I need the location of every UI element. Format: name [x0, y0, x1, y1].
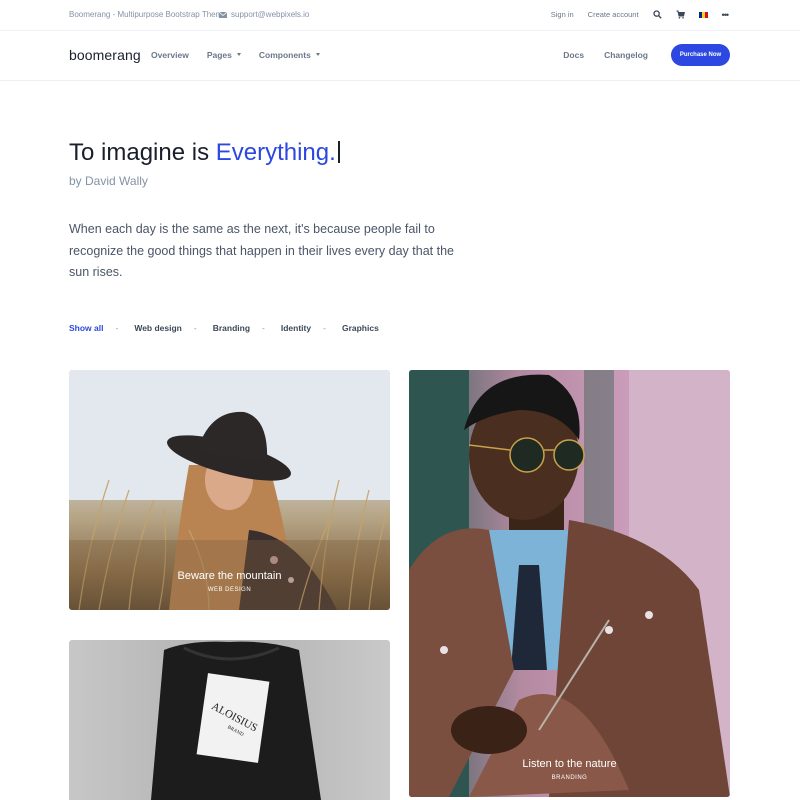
- card-title: Listen to the nature: [522, 758, 617, 770]
- nav-docs[interactable]: Docs: [563, 50, 584, 60]
- card-title: Beware the mountain: [177, 570, 282, 582]
- filter-separator: -: [262, 323, 265, 333]
- filter-identity[interactable]: Identity: [281, 323, 311, 333]
- card-category: BRANDING: [551, 775, 588, 781]
- portfolio-card-sweatshirt[interactable]: ALOISIUS BRAND: [69, 640, 390, 800]
- filter-separator: -: [193, 323, 197, 333]
- cart-icon[interactable]: [676, 10, 685, 19]
- nav-pages-dropdown[interactable]: Pages: [207, 50, 241, 60]
- theme-name: Boomerang - Multipurpose Bootstrap Theme: [69, 10, 227, 19]
- filter-web-design[interactable]: Web design: [134, 323, 182, 333]
- hero-title-accent: Everything.: [215, 139, 336, 166]
- nav-components-dropdown[interactable]: Components: [259, 50, 320, 60]
- top-bar: Boomerang - Multipurpose Bootstrap Theme…: [0, 0, 800, 31]
- support-email-text: support@webpixels.io: [231, 10, 310, 19]
- card-image-man-leather-jacket: [409, 370, 730, 797]
- create-account-link[interactable]: Create account: [588, 10, 639, 19]
- card-image-black-sweatshirt: ALOISIUS BRAND: [151, 641, 321, 800]
- portfolio-filters: Show all - Web design - Branding - Ident…: [69, 323, 379, 333]
- card-category: WEB DESIGN: [207, 587, 252, 593]
- portfolio-card-beware-the-mountain[interactable]: Beware the mountain WEB DESIGN: [69, 370, 390, 610]
- filter-graphics[interactable]: Graphics: [342, 323, 379, 333]
- portfolio-card-listen-to-the-nature[interactable]: Listen to the nature BRANDING: [409, 370, 730, 797]
- filter-branding[interactable]: Branding: [213, 323, 250, 333]
- mail-icon: [219, 11, 227, 18]
- hero-byline: by David Wally: [69, 174, 148, 188]
- brand-logo[interactable]: boomerang: [69, 47, 141, 63]
- main-navbar: boomerang Overview Pages Components Docs…: [0, 31, 800, 81]
- support-email[interactable]: support@webpixels.io: [219, 10, 309, 19]
- filter-separator: -: [115, 323, 119, 333]
- nav-changelog[interactable]: Changelog: [604, 50, 648, 60]
- filter-show-all[interactable]: Show all: [69, 323, 103, 333]
- card-caption: Listen to the nature BRANDING: [409, 758, 730, 781]
- flag-icon[interactable]: [698, 11, 708, 18]
- card-caption: Beware the mountain WEB DESIGN: [69, 570, 390, 593]
- filter-separator: -: [323, 323, 326, 333]
- hero-title: To imagine is Everything.: [69, 139, 340, 167]
- search-icon[interactable]: [652, 10, 662, 19]
- nav-overview[interactable]: Overview: [151, 50, 189, 60]
- more-icon[interactable]: •••: [722, 10, 730, 19]
- typing-cursor: [337, 141, 340, 163]
- purchase-now-button[interactable]: Purchase Now: [671, 44, 730, 66]
- sign-in-link[interactable]: Sign in: [551, 10, 574, 19]
- hero-quote: When each day is the same as the next, i…: [69, 222, 454, 279]
- hero-title-text: To imagine is: [69, 139, 216, 166]
